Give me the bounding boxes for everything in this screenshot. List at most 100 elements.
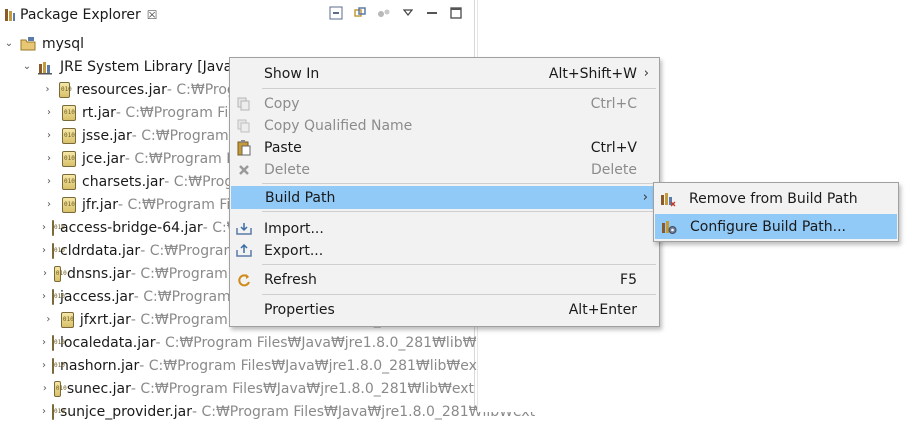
refresh-icon: [236, 272, 252, 288]
collapse-all-icon[interactable]: [328, 5, 344, 21]
jar-name: dnsns.jar: [66, 265, 131, 282]
jar-icon: [62, 196, 76, 213]
menu-label: Remove from Build Path: [689, 190, 858, 207]
menu-item-configure-build-path[interactable]: Configure Build Path...: [655, 214, 897, 239]
view-menu-chevron-down-icon[interactable]: [400, 5, 416, 21]
menu-item-copy-qualified-name[interactable]: Copy Qualified Name: [230, 114, 659, 137]
package-explorer-tab[interactable]: Package Explorer ☒: [0, 0, 158, 30]
menu-shortcut: F5: [620, 271, 637, 288]
menu-item-import[interactable]: Import...: [230, 217, 659, 240]
remove-from-build-path-icon: [661, 192, 676, 206]
jar-icon: [52, 288, 65, 305]
maximize-icon[interactable]: [448, 5, 464, 21]
menu-item-remove-from-build-path[interactable]: Remove from Build Path: [654, 186, 898, 211]
jar-name: cldrdata.jar: [60, 242, 141, 259]
menu-item-refresh[interactable]: Refresh F5: [230, 268, 659, 291]
jar-name: charsets.jar: [82, 173, 165, 190]
collapsed-chevron-icon[interactable]: ›: [42, 107, 56, 118]
jar-name: jfr.jar: [82, 196, 118, 213]
menu-separator: [262, 211, 656, 212]
jar-icon: [52, 357, 65, 374]
menu-shortcut: Ctrl+V: [590, 139, 637, 156]
menu-label: Delete: [264, 161, 310, 178]
tree-row-jar[interactable]: › sunec.jar - C:₩Program Files₩Java₩jre1.…: [0, 377, 474, 400]
jar-icon: [53, 380, 67, 397]
collapsed-chevron-icon[interactable]: ›: [42, 176, 56, 187]
menu-label: Paste: [264, 139, 302, 156]
menu-shortcut: Delete: [591, 161, 637, 178]
jar-icon: [52, 219, 65, 236]
jar-icon: [58, 81, 72, 98]
close-view-icon[interactable]: ☒: [147, 8, 158, 22]
link-with-editor-icon[interactable]: [352, 5, 368, 21]
menu-label: Copy Qualified Name: [264, 117, 413, 134]
jar-icon: [62, 127, 76, 144]
copy-qualified-name-icon: [236, 118, 252, 134]
build-path-submenu: Remove from Build Path Configure Build P…: [653, 182, 899, 242]
view-title: Package Explorer: [20, 7, 141, 23]
jar-name: jsse.jar: [82, 127, 132, 144]
collapsed-chevron-icon[interactable]: ›: [42, 245, 46, 256]
jar-location: - C:₩Program Files₩Java₩jre1.8.0_281₩lib…: [155, 334, 499, 351]
tree-row-jar[interactable]: › nashorn.jar - C:₩Program Files₩Java₩jre…: [0, 354, 482, 377]
jar-icon: [52, 242, 65, 259]
menu-item-delete[interactable]: Delete Delete: [230, 158, 659, 181]
collapsed-chevron-icon[interactable]: ›: [42, 130, 56, 141]
jar-icon: [62, 150, 76, 167]
jar-name: localedata.jar: [60, 334, 156, 351]
menu-item-export[interactable]: Export...: [230, 239, 659, 262]
jar-name: jfxrt.jar: [79, 311, 131, 328]
collapsed-chevron-icon[interactable]: ›: [42, 337, 46, 348]
jar-name: resources.jar: [76, 81, 167, 98]
collapsed-chevron-icon[interactable]: ›: [42, 314, 55, 325]
project-folder-icon: [20, 36, 36, 50]
collapsed-chevron-icon[interactable]: ›: [42, 222, 46, 233]
jar-location: - C:₩Program Files₩Java₩jre1.8.0_281₩lib…: [130, 380, 474, 397]
package-explorer-icon: [5, 9, 15, 21]
view-toolbar: [328, 5, 464, 21]
collapsed-chevron-icon[interactable]: ›: [42, 84, 53, 95]
tree-row-jar[interactable]: › localedata.jar - C:₩Program Files₩Java₩…: [0, 331, 499, 354]
jar-icon: [53, 265, 67, 282]
menu-separator: [262, 183, 656, 184]
menu-label: Show In: [264, 65, 320, 82]
menu-shortcut: Ctrl+C: [590, 95, 637, 112]
jar-name: jaccess.jar: [60, 288, 134, 305]
jar-name: access-bridge-64.jar: [60, 219, 203, 236]
collapsed-chevron-icon[interactable]: ›: [42, 383, 48, 394]
paste-icon: [236, 139, 252, 156]
collapsed-chevron-icon[interactable]: ›: [42, 360, 46, 371]
delete-icon: [236, 162, 252, 178]
menu-separator: [262, 294, 656, 295]
collapsed-chevron-icon[interactable]: ›: [42, 291, 46, 302]
filter-icon[interactable]: [376, 5, 392, 21]
minimize-icon[interactable]: [424, 5, 440, 21]
menu-item-paste[interactable]: Paste Ctrl+V: [230, 136, 659, 159]
submenu-arrow-icon: ›: [643, 66, 649, 81]
tree-row-project[interactable]: ⌄ mysql: [0, 32, 474, 55]
menu-label: Export...: [264, 242, 324, 259]
expanded-chevron-icon[interactable]: ⌄: [2, 38, 16, 49]
configure-build-path-icon: [662, 220, 677, 234]
project-label: mysql: [42, 35, 84, 52]
context-menu: Show In Alt+Shift+W › Copy Ctrl+C Copy Q…: [229, 57, 660, 327]
menu-item-show-in[interactable]: Show In Alt+Shift+W ›: [230, 62, 659, 85]
menu-item-copy[interactable]: Copy Ctrl+C: [230, 92, 659, 115]
jar-name: rt.jar: [82, 104, 116, 121]
menu-label: Import...: [264, 220, 324, 237]
menu-separator: [262, 88, 656, 89]
jar-icon: [62, 104, 76, 121]
expanded-chevron-icon[interactable]: ⌄: [20, 61, 34, 72]
jar-name: nashorn.jar: [60, 357, 140, 374]
menu-item-build-path[interactable]: Build Path ›: [231, 186, 658, 209]
menu-label: Configure Build Path...: [690, 218, 847, 235]
submenu-arrow-icon: ›: [642, 190, 648, 205]
collapsed-chevron-icon[interactable]: ›: [42, 199, 56, 210]
menu-separator: [262, 264, 656, 265]
jar-name: sunec.jar: [66, 380, 131, 397]
collapsed-chevron-icon[interactable]: ›: [42, 153, 56, 164]
menu-label: Build Path: [265, 189, 336, 206]
view-header: Package Explorer ☒: [0, 0, 474, 30]
collapsed-chevron-icon[interactable]: ›: [42, 268, 48, 279]
menu-item-properties[interactable]: Properties Alt+Enter: [230, 298, 659, 321]
